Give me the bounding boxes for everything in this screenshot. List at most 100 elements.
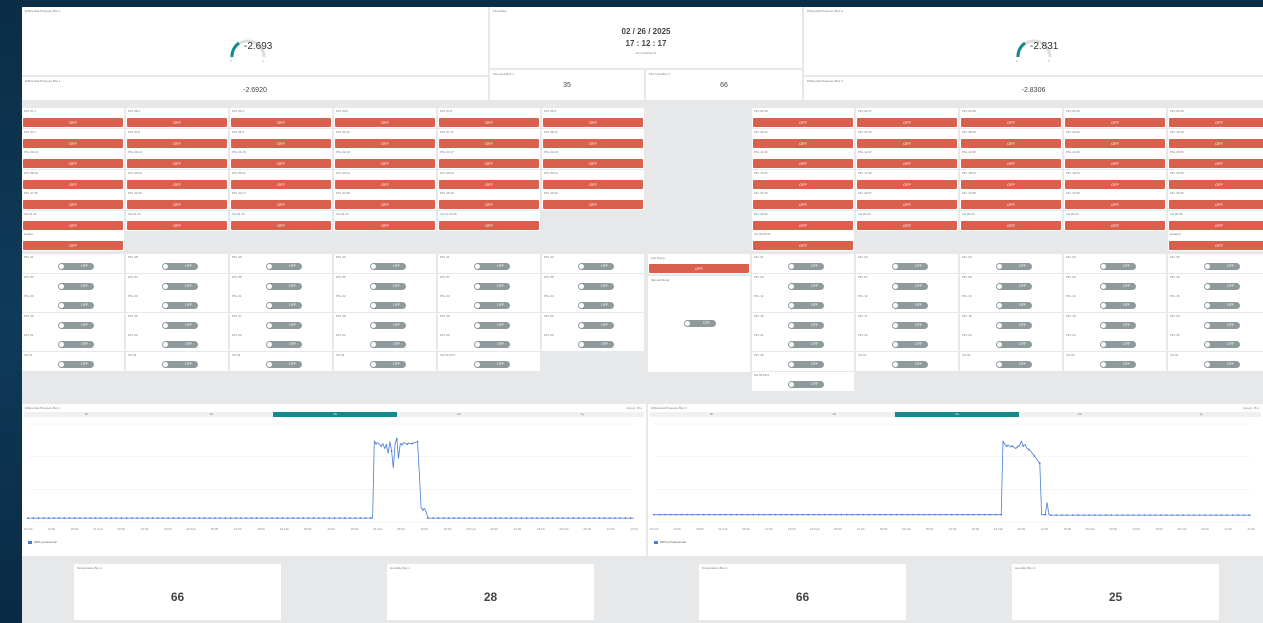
tab-1d[interactable]: 1d	[149, 412, 273, 417]
relay-off-button[interactable]: OFF	[439, 220, 539, 230]
relay-toggle[interactable]: OFF	[474, 321, 510, 329]
chart-legend[interactable]: [DP2] in/value/pudo	[654, 540, 686, 544]
manual-mode-toggle[interactable]: OFF	[684, 320, 716, 327]
relay-off-button[interactable]: OFF	[1065, 159, 1165, 168]
relay-toggle[interactable]: OFF	[266, 321, 302, 329]
relay-off-button[interactable]: OFF	[543, 138, 643, 148]
relay-off-button[interactable]: OFF	[231, 159, 331, 168]
relay-toggle[interactable]: OFF	[162, 263, 198, 270]
relay-toggle[interactable]: OFF	[162, 321, 198, 329]
relay-toggle[interactable]: OFF	[996, 341, 1032, 349]
relay-toggle[interactable]: OFF	[370, 321, 406, 329]
relay-off-button[interactable]: OFF	[857, 118, 957, 127]
relay-off-button[interactable]: OFF	[543, 200, 643, 209]
relay-toggle[interactable]: OFF	[996, 282, 1032, 290]
relay-toggle[interactable]: OFF	[996, 321, 1032, 329]
relay-off-button[interactable]: OFF	[23, 159, 123, 168]
relay-off-button[interactable]: OFF	[1065, 179, 1165, 189]
fan-pump-button[interactable]: OFF	[649, 264, 749, 273]
relay-toggle[interactable]: OFF	[162, 282, 198, 290]
relay-off-button[interactable]: OFF	[1065, 200, 1165, 209]
relay-toggle[interactable]: OFF	[474, 341, 510, 349]
relay-toggle[interactable]: OFF	[1204, 361, 1240, 368]
relay-off-button[interactable]: OFF	[753, 138, 853, 148]
tab-1w[interactable]: 1w	[895, 412, 1019, 417]
relay-off-button[interactable]: OFF	[753, 159, 853, 168]
relay-toggle[interactable]: OFF	[1100, 341, 1136, 349]
relay-toggle[interactable]: OFF	[266, 361, 302, 368]
relay-toggle[interactable]: OFF	[788, 380, 824, 388]
relay-toggle[interactable]: OFF	[788, 282, 824, 290]
relay-off-button[interactable]: OFF	[1169, 241, 1263, 250]
relay-toggle[interactable]: OFF	[266, 302, 302, 310]
relay-off-button[interactable]: OFF	[753, 220, 853, 230]
relay-toggle[interactable]: OFF	[58, 321, 94, 329]
relay-off-button[interactable]: OFF	[1169, 159, 1263, 168]
relay-toggle[interactable]: OFF	[162, 341, 198, 349]
relay-off-button[interactable]: OFF	[961, 200, 1061, 209]
relay-toggle[interactable]: OFF	[1204, 321, 1240, 329]
relay-off-button[interactable]: OFF	[1065, 118, 1165, 127]
relay-toggle[interactable]: OFF	[162, 302, 198, 310]
relay-off-button[interactable]: OFF	[231, 179, 331, 189]
relay-off-button[interactable]: OFF	[1065, 138, 1165, 148]
relay-toggle[interactable]: OFF	[892, 263, 928, 270]
relay-off-button[interactable]: OFF	[1169, 138, 1263, 148]
relay-off-button[interactable]: OFF	[439, 138, 539, 148]
relay-off-button[interactable]: OFF	[1169, 118, 1263, 127]
relay-toggle[interactable]: OFF	[58, 361, 94, 368]
relay-toggle[interactable]: OFF	[58, 302, 94, 310]
relay-off-button[interactable]: OFF	[961, 159, 1061, 168]
relay-off-button[interactable]: OFF	[127, 159, 227, 168]
relay-off-button[interactable]: OFF	[335, 220, 435, 230]
tab-1y[interactable]: 1y	[521, 412, 644, 417]
relay-off-button[interactable]: OFF	[857, 179, 957, 189]
relay-off-button[interactable]: OFF	[127, 138, 227, 148]
relay-toggle[interactable]: OFF	[1100, 302, 1136, 310]
relay-off-button[interactable]: OFF	[961, 220, 1061, 230]
relay-toggle[interactable]: OFF	[788, 341, 824, 349]
relay-toggle[interactable]: OFF	[578, 263, 614, 270]
relay-toggle[interactable]: OFF	[996, 302, 1032, 310]
relay-toggle[interactable]: OFF	[578, 321, 614, 329]
relay-toggle[interactable]: OFF	[1204, 282, 1240, 290]
relay-off-button[interactable]: OFF	[857, 200, 957, 209]
relay-toggle[interactable]: OFF	[788, 302, 824, 310]
relay-off-button[interactable]: OFF	[231, 118, 331, 127]
relay-toggle[interactable]: OFF	[370, 341, 406, 349]
tab-1w[interactable]: 1w	[273, 412, 397, 417]
relay-toggle[interactable]: OFF	[162, 361, 198, 368]
relay-off-button[interactable]: OFF	[753, 118, 853, 127]
relay-off-button[interactable]: OFF	[961, 118, 1061, 127]
relay-toggle[interactable]: OFF	[788, 263, 824, 270]
relay-toggle[interactable]: OFF	[578, 282, 614, 290]
relay-toggle[interactable]: OFF	[1204, 263, 1240, 270]
relay-off-button[interactable]: OFF	[753, 179, 853, 189]
relay-toggle[interactable]: OFF	[996, 263, 1032, 270]
relay-toggle[interactable]: OFF	[1100, 361, 1136, 368]
tab-1y[interactable]: 1y	[1141, 412, 1261, 417]
relay-toggle[interactable]: OFF	[1204, 302, 1240, 310]
relay-off-button[interactable]: OFF	[335, 118, 435, 127]
relay-off-button[interactable]: OFF	[335, 138, 435, 148]
relay-toggle[interactable]: OFF	[266, 341, 302, 349]
relay-off-button[interactable]: OFF	[231, 220, 331, 230]
relay-off-button[interactable]: OFF	[439, 179, 539, 189]
relay-toggle[interactable]: OFF	[266, 282, 302, 290]
relay-off-button[interactable]: OFF	[439, 118, 539, 127]
relay-off-button[interactable]: OFF	[23, 200, 123, 209]
relay-off-button[interactable]: OFF	[335, 179, 435, 189]
relay-toggle[interactable]: OFF	[892, 302, 928, 310]
tab-1h[interactable]: 1h	[650, 412, 773, 417]
relay-toggle[interactable]: OFF	[370, 361, 406, 368]
relay-off-button[interactable]: OFF	[857, 220, 957, 230]
relay-off-button[interactable]: OFF	[1169, 220, 1263, 230]
relay-off-button[interactable]: OFF	[23, 118, 123, 127]
relay-off-button[interactable]: OFF	[335, 159, 435, 168]
relay-off-button[interactable]: OFF	[439, 200, 539, 209]
relay-off-button[interactable]: OFF	[23, 220, 123, 230]
relay-off-button[interactable]: OFF	[127, 179, 227, 189]
tab-1m[interactable]: 1m	[397, 412, 521, 417]
relay-off-button[interactable]: OFF	[961, 138, 1061, 148]
relay-toggle[interactable]: OFF	[474, 263, 510, 270]
